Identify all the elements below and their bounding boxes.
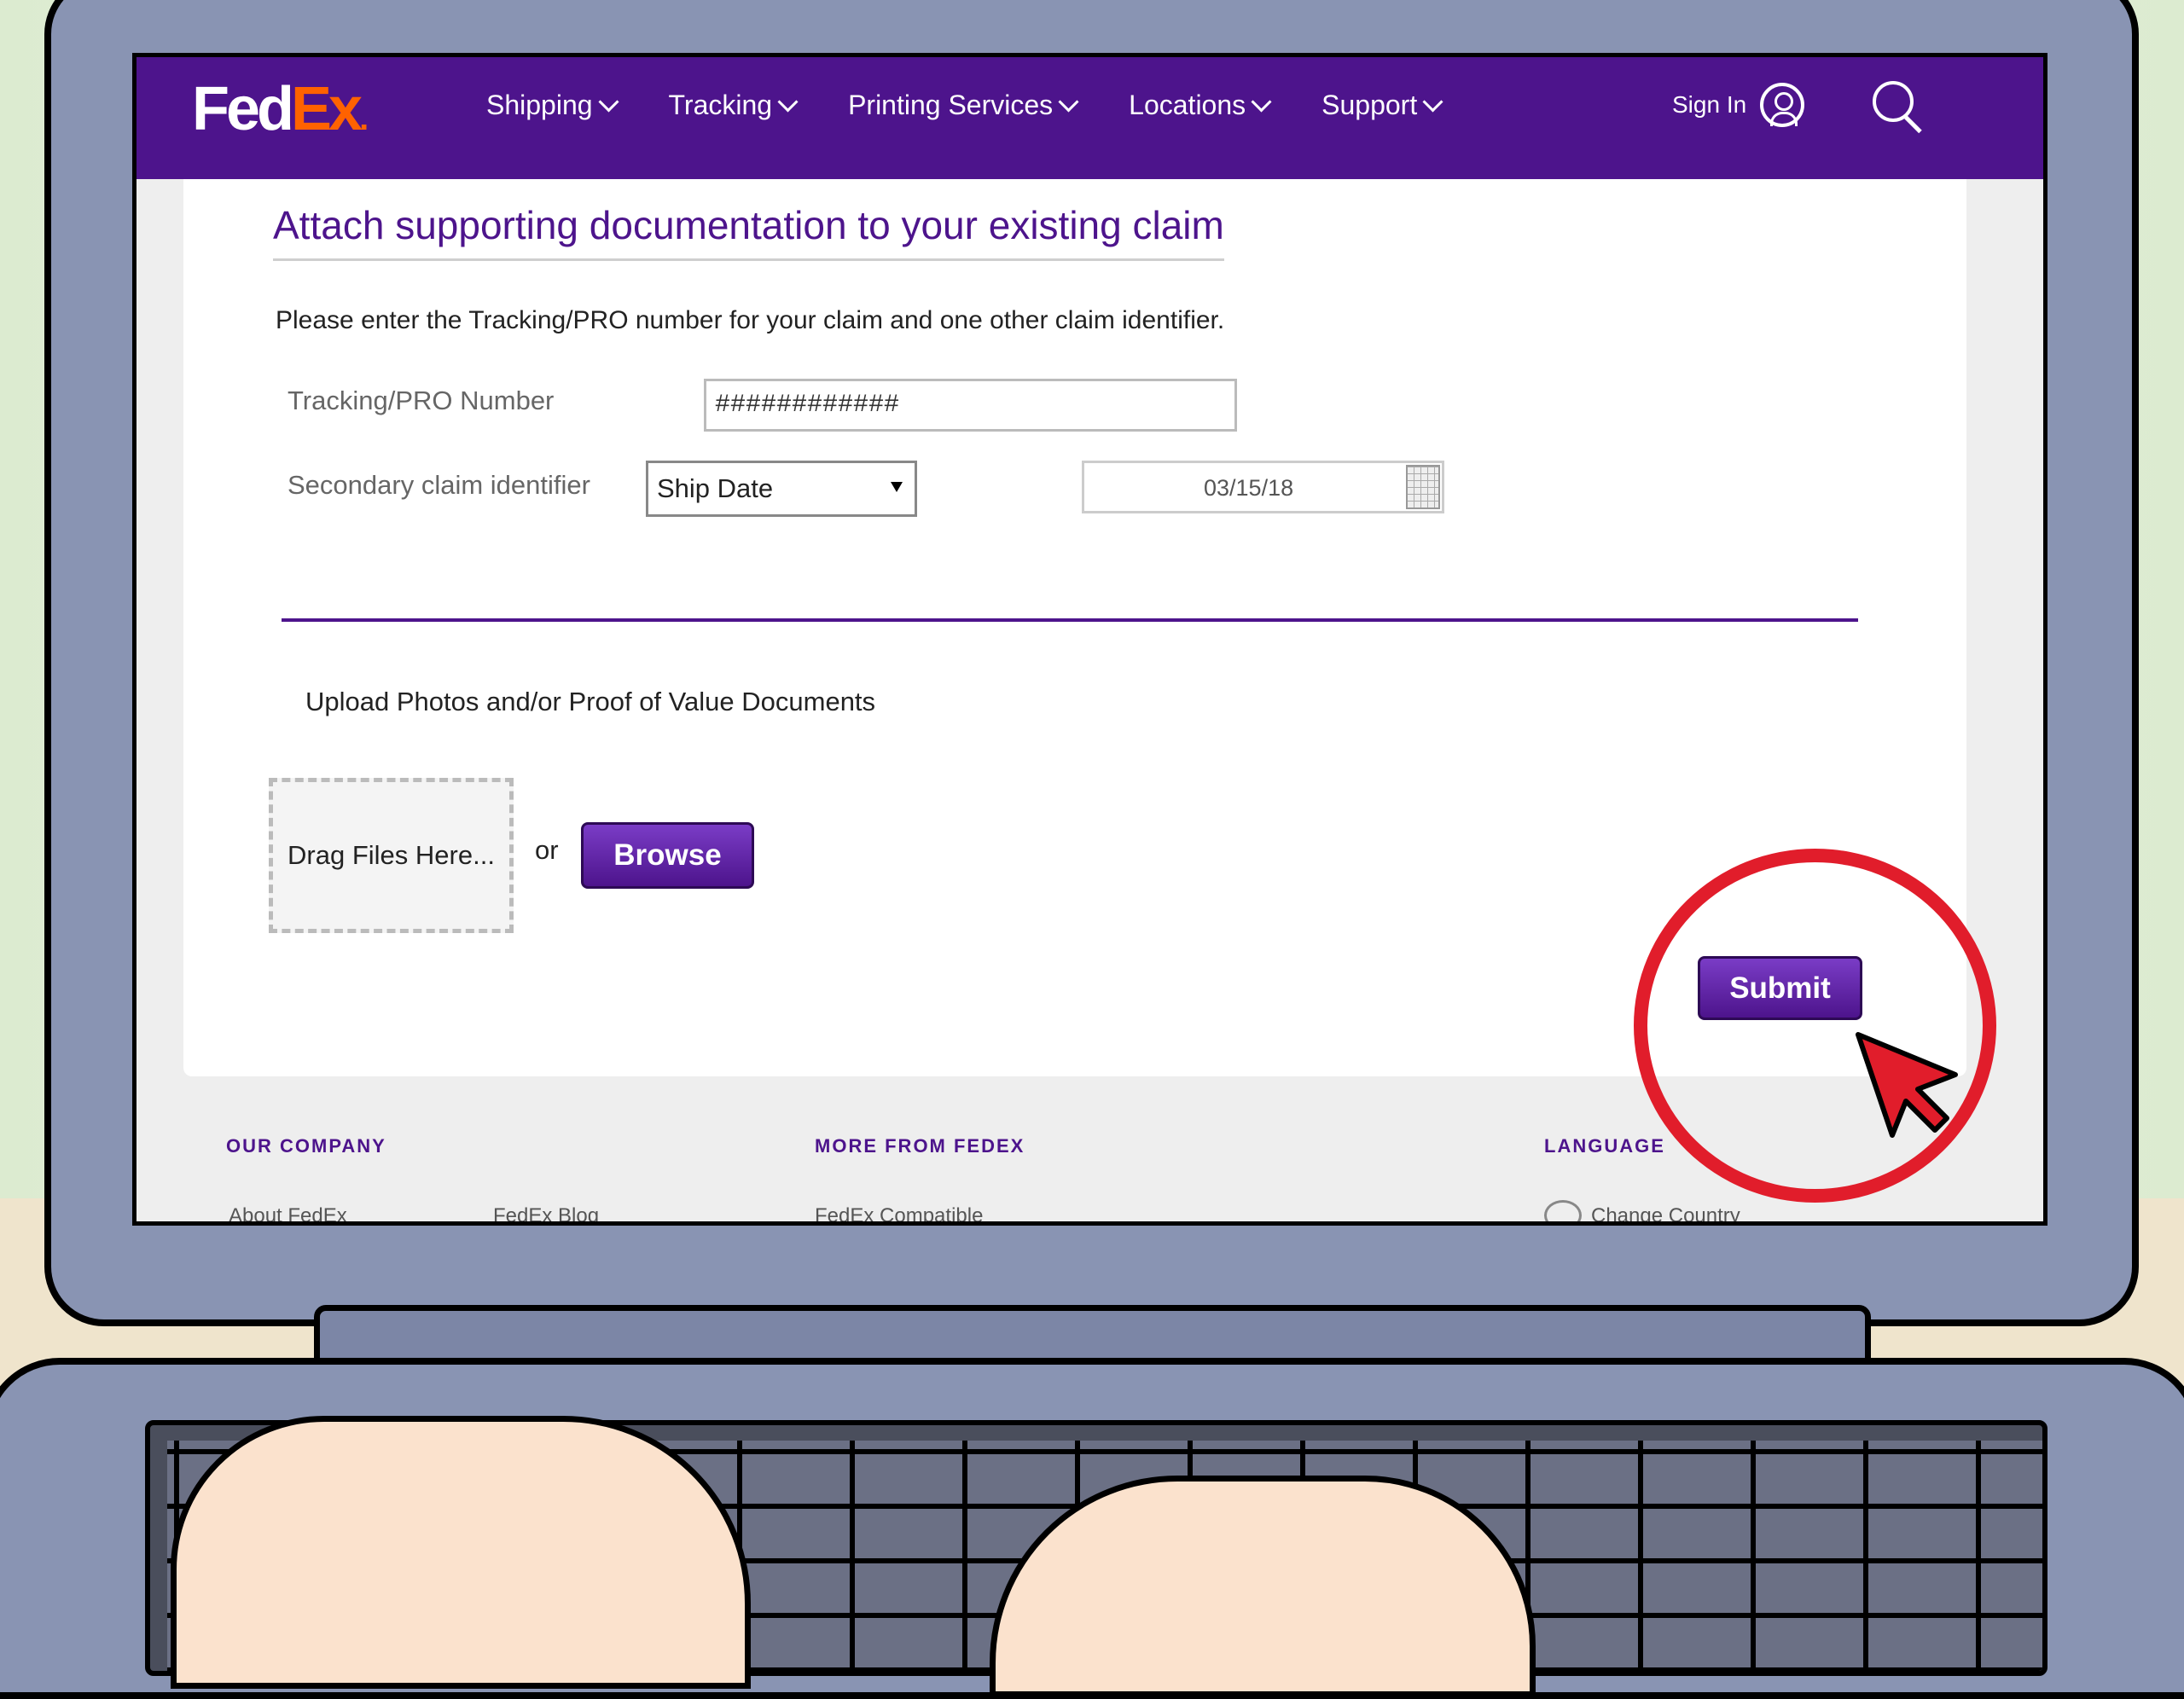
- tracking-number-input[interactable]: ############: [704, 379, 1237, 432]
- dropdown-arrow-icon: [891, 482, 903, 492]
- nav-tracking[interactable]: Tracking: [668, 90, 799, 121]
- nav-tracking-label: Tracking: [668, 90, 773, 120]
- nav-printing-services[interactable]: Printing Services: [848, 90, 1079, 121]
- search-icon[interactable]: [1873, 81, 1924, 132]
- nav-shipping-label: Shipping: [486, 90, 593, 120]
- sign-in-label: Sign In: [1672, 91, 1747, 118]
- footer-heading-more-from-fedex: MORE FROM FEDEX: [815, 1135, 1025, 1157]
- chevron-down-icon: [1422, 91, 1443, 113]
- fedex-logo[interactable]: FedEx.: [192, 74, 369, 144]
- chevron-down-icon: [598, 91, 619, 113]
- chevron-down-icon: [1251, 91, 1272, 113]
- nav-shipping[interactable]: Shipping: [486, 90, 619, 121]
- chevron-down-icon: [777, 91, 799, 113]
- left-hand: [171, 1416, 751, 1689]
- browse-button[interactable]: Browse: [581, 822, 754, 889]
- footer-heading-language: LANGUAGE: [1544, 1135, 1665, 1157]
- section-divider: [282, 618, 1858, 622]
- main-menu: Shipping Tracking Printing Services Loca…: [486, 90, 1443, 121]
- nav-locations[interactable]: Locations: [1129, 90, 1272, 121]
- calendar-icon[interactable]: [1406, 465, 1440, 509]
- footer-link-change-country[interactable]: Change Country: [1591, 1204, 1740, 1221]
- date-value: 03/15/18: [1204, 475, 1294, 501]
- top-nav-bar: FedEx. Shipping Tracking Printing Servic…: [136, 57, 2043, 179]
- nav-printing-label: Printing Services: [848, 90, 1054, 120]
- nav-support[interactable]: Support: [1321, 90, 1443, 121]
- select-value: Ship Date: [657, 473, 774, 503]
- logo-ex-text: Ex: [291, 75, 363, 143]
- nav-locations-label: Locations: [1129, 90, 1246, 120]
- drop-zone-label: Drag Files Here...: [288, 840, 495, 870]
- globe-icon: [1544, 1200, 1582, 1221]
- cursor-arrow-icon: [1856, 1032, 1958, 1138]
- tracking-number-value: ############: [715, 391, 900, 420]
- footer-heading-our-company: OUR COMPANY: [226, 1135, 386, 1157]
- ship-date-input[interactable]: 03/15/18: [1082, 461, 1444, 513]
- nav-support-label: Support: [1321, 90, 1418, 120]
- user-icon: [1760, 83, 1805, 127]
- footer-link-fedex-blog[interactable]: FedEx Blog: [493, 1204, 599, 1221]
- tracking-label: Tracking/PRO Number: [288, 386, 555, 415]
- footer-link-about-fedex[interactable]: About FedEx: [229, 1204, 347, 1221]
- file-drop-zone[interactable]: Drag Files Here...: [269, 778, 514, 933]
- form-instruction: Please enter the Tracking/PRO number for…: [276, 306, 1225, 334]
- footer-link-fedex-compatible[interactable]: FedEx Compatible: [815, 1204, 983, 1221]
- page-title: Attach supporting documentation to your …: [273, 202, 1224, 261]
- illustration-scene: FedEx. Shipping Tracking Printing Servic…: [0, 0, 2184, 1699]
- secondary-identifier-label: Secondary claim identifier: [288, 470, 590, 500]
- secondary-identifier-select[interactable]: Ship Date: [646, 461, 917, 517]
- or-text: or: [535, 835, 559, 865]
- logo-fed-text: Fed: [192, 75, 294, 143]
- highlight-circle: [1634, 849, 1996, 1203]
- chevron-down-icon: [1058, 91, 1079, 113]
- right-hand: [990, 1476, 1536, 1697]
- upload-label: Upload Photos and/or Proof of Value Docu…: [305, 687, 876, 716]
- logo-dot: .: [359, 100, 369, 137]
- sign-in-link[interactable]: Sign In: [1672, 83, 1805, 127]
